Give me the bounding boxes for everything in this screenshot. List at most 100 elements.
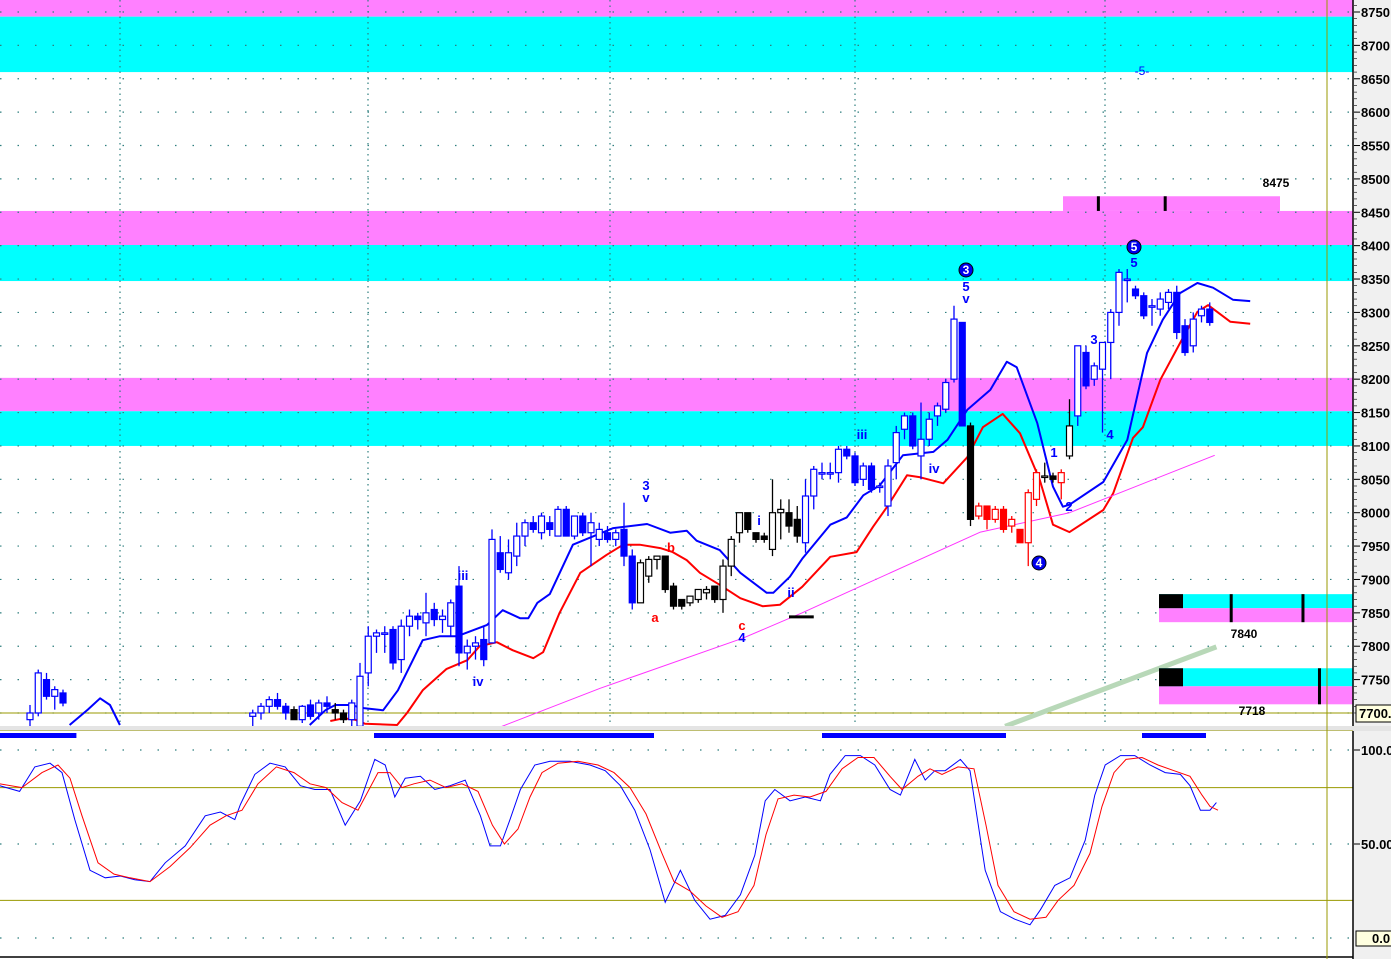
candle [579,512,587,537]
candle-body [760,535,768,541]
candle-body [983,505,991,520]
candle-body [1057,472,1065,484]
candle-body [735,512,744,534]
candle-body [562,508,570,537]
candle-body [1065,425,1074,457]
wave-label: b [667,540,675,555]
candle [554,506,562,537]
candle-body [1131,288,1140,297]
candle-body [504,552,513,574]
candle-body [546,522,554,530]
price-axis-label: 8550 [1361,139,1390,154]
candle-body [1082,351,1090,387]
candle-body [471,642,480,647]
candle-body [694,588,702,601]
candle-body [1197,308,1206,317]
candle-body [801,495,810,544]
candle-body [381,632,389,635]
candle-body [587,522,595,534]
candle-body [636,562,645,604]
candle-body [603,532,612,541]
candle-body [595,528,603,541]
candle-body [892,431,900,464]
candle-body [249,712,257,717]
candle-body [42,678,51,697]
candle-body [1206,308,1214,324]
candle-body [925,418,933,440]
candle [1173,285,1181,340]
candle-body [397,625,405,661]
candle-body [570,515,579,537]
candle-body [669,585,678,607]
wave-label: -5- [1135,64,1150,78]
candle-body [1049,475,1057,480]
panel-separator[interactable] [0,726,1391,731]
price-axis-label: 7750 [1361,673,1390,688]
candle [1082,345,1090,390]
candle-body [438,615,447,621]
wave-label: 4 [1106,427,1114,442]
candle [636,559,645,604]
candle [744,512,752,533]
candle-body [306,704,315,717]
osc-axis-label: 100.0 [1361,743,1391,758]
candle-body [942,381,950,410]
price-panel-background [0,0,1353,726]
candle [1016,528,1024,544]
candle-body [1016,528,1024,544]
candle [1140,292,1148,320]
candle-body [257,705,265,714]
candle [958,321,966,427]
circled-wave-label: 5 [1131,240,1138,254]
last-price-label: 7700. [1359,706,1391,721]
candle-body [645,558,653,577]
price-axis-label: 8600 [1361,105,1390,120]
candle-body [876,485,884,489]
candle-body [752,532,760,541]
candle-body [950,318,958,380]
candle-body [1173,291,1181,334]
candle-body [777,508,785,514]
signal-bar [822,733,1006,738]
candle [628,549,636,610]
candle [34,669,42,717]
projection-band [1159,594,1353,609]
candle-body [909,415,917,447]
projection-label: 7840 [1231,627,1258,641]
price-axis-label: 8100 [1361,439,1390,454]
candle-body [315,702,323,714]
wave-label: v [962,291,970,306]
candle-body [1164,291,1173,304]
candle-body [496,552,504,571]
candle-body [686,595,694,604]
price-axis-label: 8400 [1361,239,1390,254]
candle-body [339,712,348,721]
candle-body [1189,318,1197,347]
projection-band [1063,196,1280,211]
candle-body [579,515,587,534]
candle-body [917,438,925,457]
candle-body [1156,298,1164,310]
candle-body [290,709,298,721]
candle [942,379,950,413]
osc-last-label: 0.0 [1372,931,1390,946]
candle-body [463,645,471,654]
candle-body [991,508,999,520]
wave-label: 3 [1090,332,1097,347]
candle-body [711,585,719,601]
candle-body [537,515,546,534]
candle [867,462,876,493]
candle-body [834,448,843,474]
candle-body [859,465,867,480]
candle-body [1074,345,1082,417]
price-axis-label: 7850 [1361,606,1390,621]
candle-body [414,615,422,621]
price-axis-label: 8450 [1361,205,1390,220]
wave-label: 5 [1130,255,1137,270]
candle-body [59,692,67,704]
projection-band [1159,686,1353,705]
candle-body [389,628,397,664]
zones-layer [0,0,1353,446]
candle-body [653,555,661,561]
price-axis-label: 8000 [1361,506,1390,521]
